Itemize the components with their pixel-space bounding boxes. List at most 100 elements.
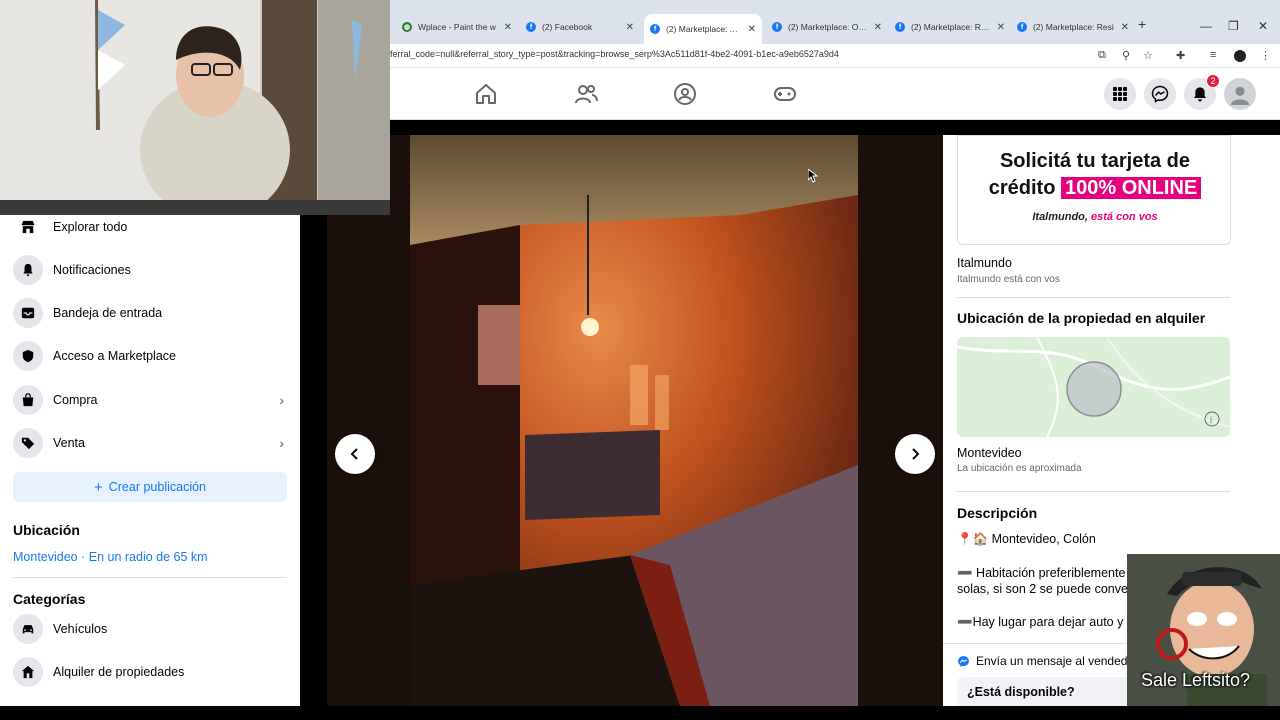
next-photo-button[interactable] — [895, 434, 935, 474]
create-listing-label: Crear publicación — [108, 480, 207, 494]
notifications-button[interactable]: 2 — [1184, 74, 1220, 110]
facebook-icon: f — [772, 22, 782, 32]
zoom-icon[interactable]: ⚲ — [1122, 49, 1130, 62]
messenger-icon — [1151, 85, 1169, 103]
chevron-left-icon — [350, 448, 358, 460]
ad-slogan-prefix: Italmundo, — [1032, 211, 1088, 223]
sidebar-item-bandeja-de-entrada[interactable]: Bandeja de entrada — [13, 295, 288, 331]
description-line: ➖Hay lugar para dejar auto y — [957, 615, 1124, 629]
groups-icon[interactable] — [673, 82, 697, 106]
close-tab-icon[interactable]: ✕ — [626, 22, 634, 33]
inbox-icon — [13, 298, 43, 328]
sidebar-item-venta[interactable]: Venta › — [13, 425, 288, 461]
map-graphic: i — [957, 337, 1230, 437]
streamer-caption: Sale Leftsito? — [1141, 670, 1251, 690]
message-seller-prompt: Envía un mensaje al vendedo — [957, 654, 1134, 668]
profile-icon[interactable] — [1234, 50, 1246, 62]
category-vehiculos[interactable]: Vehículos — [13, 611, 288, 647]
url-text[interactable]: ferral_code=null&referral_story_type=pos… — [390, 49, 839, 59]
listing-city: Montevideo — [957, 446, 1022, 460]
location-filter-link[interactable]: Montevideo · En un radio de 65 km — [13, 550, 208, 564]
mouse-cursor-icon — [808, 169, 818, 183]
description-heading: Descripción — [957, 505, 1038, 521]
avatar-icon — [1230, 86, 1250, 105]
tab-facebook[interactable]: f (2) Facebook ✕ — [526, 16, 634, 38]
webcam-feed — [0, 0, 390, 215]
create-listing-button[interactable]: + Crear publicación — [13, 472, 287, 502]
chevron-right-icon — [912, 448, 920, 460]
notification-badge: 2 — [1206, 74, 1220, 88]
description-line: solas, si son 2 se puede conver — [957, 582, 1133, 596]
close-window-icon[interactable]: ✕ — [1258, 19, 1268, 33]
category-label: Vehículos — [53, 622, 108, 636]
location-heading: Ubicación — [13, 522, 80, 538]
streamer-mascot-overlay: Sale Leftsito? — [1127, 554, 1280, 707]
car-icon — [13, 614, 43, 644]
bookmark-star-icon[interactable]: ☆ — [1143, 49, 1153, 62]
sidebar-item-acceso-a-marketplace[interactable]: Acceso a Marketplace — [13, 338, 288, 374]
facebook-icon: f — [895, 22, 905, 32]
property-location-heading: Ubicación de la propiedad en alquiler — [957, 310, 1206, 326]
account-avatar[interactable] — [1224, 78, 1256, 110]
tab-marketplace-4[interactable]: f (2) Marketplace: Resi ✕ — [1017, 16, 1129, 38]
tab-marketplace-3[interactable]: f (2) Marketplace: Resi ✕ — [895, 16, 1005, 38]
ad-headline-line2: crédito 100% ONLINE — [958, 177, 1232, 200]
tag-icon — [13, 428, 43, 458]
description-line: ➖ Habitación preferiblemente — [957, 566, 1126, 580]
previous-photo-button[interactable] — [335, 434, 375, 474]
install-icon[interactable]: ⧉ — [1098, 49, 1106, 62]
messenger-button[interactable] — [1144, 78, 1176, 110]
bell-icon — [13, 255, 43, 285]
category-alquiler-de-propiedades[interactable]: Alquiler de propiedades — [13, 654, 288, 690]
facebook-icon: f — [1017, 22, 1027, 32]
tab-marketplace-2[interactable]: f (2) Marketplace: OPO ✕ — [772, 16, 882, 38]
maximize-icon[interactable]: ❐ — [1228, 19, 1239, 33]
close-tab-icon[interactable]: ✕ — [874, 22, 882, 33]
ad-slogan-highlight: está con vos — [1091, 211, 1158, 223]
listing-photo — [410, 135, 858, 706]
sidebar-item-label: Venta — [53, 436, 85, 450]
tab-marketplace-active[interactable]: f (2) Marketplace: Alqu ✕ — [644, 14, 762, 44]
chevron-right-icon: › — [279, 435, 284, 451]
friends-icon[interactable] — [574, 82, 598, 106]
divider — [957, 297, 1230, 298]
sidebar-item-notificaciones[interactable]: Notificaciones — [13, 252, 288, 288]
sidebar-item-compra[interactable]: Compra › — [13, 382, 288, 418]
tab-wplace[interactable]: ◍ Wplace - Paint the w ✕ — [402, 16, 512, 38]
close-tab-icon[interactable]: ✕ — [1121, 22, 1129, 33]
close-tab-icon[interactable]: ✕ — [504, 22, 512, 33]
gaming-icon[interactable] — [773, 82, 797, 106]
bell-icon — [1194, 87, 1206, 102]
divider — [957, 491, 1230, 492]
minimize-icon[interactable]: — — [1200, 19, 1212, 33]
advertiser-tagline: Italmundo está con vos — [957, 274, 1060, 285]
svg-text:i: i — [1210, 415, 1212, 425]
message-prompt-label: Envía un mensaje al vendedo — [976, 654, 1135, 668]
listing-photo-viewer — [327, 135, 943, 706]
ad-headline-prefix: crédito — [988, 177, 1056, 199]
extensions-icon[interactable]: ✚ — [1176, 49, 1185, 62]
plus-icon: + — [93, 478, 103, 496]
facebook-icon: f — [526, 22, 536, 32]
close-tab-icon[interactable]: ✕ — [997, 22, 1005, 33]
sidebar-item-label: Compra — [53, 393, 98, 407]
menu-icon[interactable]: ⋮ — [1260, 49, 1271, 62]
chevron-right-icon: › — [279, 392, 284, 408]
sidebar-item-label: Acceso a Marketplace — [53, 349, 176, 363]
menu-grid-button[interactable] — [1104, 78, 1136, 110]
location-map[interactable]: i — [957, 337, 1230, 437]
new-tab-button[interactable]: + — [1138, 16, 1146, 32]
advertiser-name[interactable]: Italmundo — [957, 256, 1012, 270]
shield-icon — [13, 341, 43, 371]
sponsored-ad[interactable]: Solicitá tu tarjeta de crédito 100% ONLI… — [957, 135, 1231, 245]
globe-icon: ◍ — [402, 22, 412, 32]
close-tab-icon[interactable]: ✕ — [748, 24, 756, 35]
category-label: Alquiler de propiedades — [53, 665, 185, 679]
home-icon[interactable] — [474, 82, 498, 106]
facebook-icon: f — [650, 24, 660, 34]
reading-list-icon[interactable]: ≡ — [1210, 49, 1216, 61]
grid-icon — [1113, 87, 1127, 101]
address-bar[interactable]: ferral_code=null&referral_story_type=pos… — [390, 44, 1280, 68]
shopping-bag-icon — [13, 385, 43, 415]
storefront-icon — [13, 212, 43, 242]
